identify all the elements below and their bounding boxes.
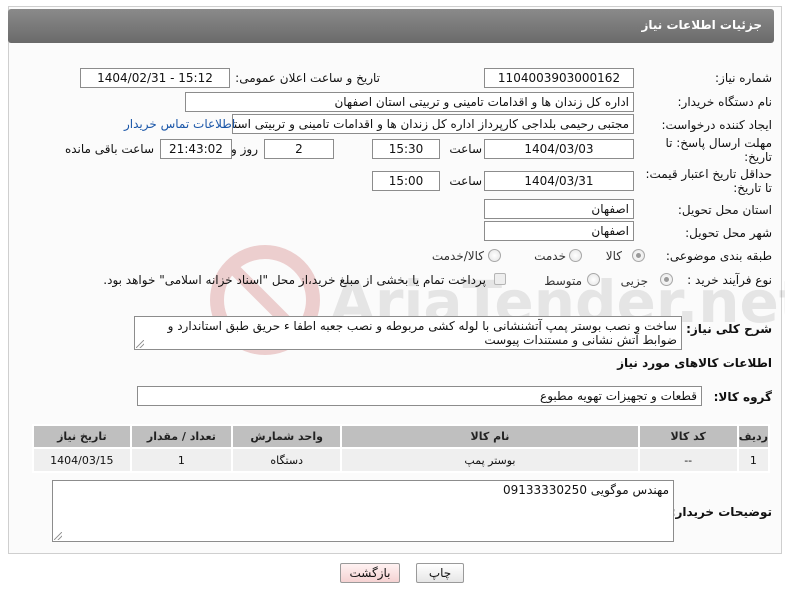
price-validity-time-field: 15:00 — [372, 171, 440, 191]
buyer-notes-text: مهندس موگویی 09133330250 — [502, 483, 669, 497]
buyer-notes-textarea[interactable]: مهندس موگویی 09133330250 — [52, 480, 674, 542]
announce-field: 1404/02/31 - 15:12 — [80, 68, 230, 88]
category-radio-goods[interactable] — [632, 249, 645, 262]
deadline-label: مهلت ارسال پاسخ: تا تاریخ: — [665, 136, 772, 164]
col-unit-header: واحد شمارش — [230, 424, 343, 449]
category-radio-service[interactable] — [569, 249, 582, 262]
deadline-date-field: 1404/03/03 — [484, 139, 634, 159]
category-option-service: خدمت — [534, 249, 566, 263]
days-label: روز و — [231, 142, 258, 156]
days-remaining-field: 2 — [264, 139, 334, 159]
cell-unit: دستگاه — [230, 447, 343, 473]
buyer-notes-label: توضیحات خریدار: — [670, 505, 772, 519]
buyer-org-field: اداره کل زندان ها و اقدامات تامینی و ترب… — [185, 92, 634, 112]
city-label: شهر محل تحویل: — [685, 226, 772, 240]
category-label: طبقه بندی موضوعی: — [665, 249, 772, 263]
price-validity-date-field: 1404/03/31 — [484, 171, 634, 191]
deadline-time-field: 15:30 — [372, 139, 440, 159]
province-field: اصفهان — [484, 199, 634, 219]
col-date-header: تاریخ نیاز — [32, 424, 132, 449]
col-row-header: ردیف — [736, 424, 771, 449]
buyer-org-label: نام دستگاه خریدار: — [677, 95, 773, 109]
description-text: ساخت و نصب بوستر پمپ آتشنشانی با لوله کش… — [167, 319, 677, 347]
description-label: شرح کلی نیاز: — [686, 322, 772, 336]
process-option-medium: متوسط — [544, 274, 582, 288]
cell-name: بوستر پمپ — [340, 447, 640, 473]
treasury-payment-note: پرداخت تمام یا بخشی از مبلغ خرید،از محل … — [103, 273, 486, 287]
price-validity-label: حداقل تاریخ اعتبار قیمت: تا تاریخ: — [645, 167, 772, 195]
announce-label: تاریخ و ساعت اعلان عمومی: — [235, 71, 380, 85]
goods-group-field: قطعات و تجهیزات تهویه مطبوع — [137, 386, 702, 406]
city-field: اصفهان — [484, 221, 634, 241]
print-button[interactable]: چاپ — [416, 563, 464, 583]
items-table-header: ردیف کد کالا نام کالا واحد شمارش تعداد /… — [32, 424, 771, 449]
col-qty-header: تعداد / مقدار — [129, 424, 234, 449]
cell-row: 1 — [736, 447, 771, 473]
category-option-goods: کالا — [605, 249, 622, 263]
buyer-contact-link[interactable]: اطلاعات تماس خریدار — [124, 117, 235, 131]
resize-grip-icon[interactable] — [54, 532, 62, 540]
province-label: استان محل تحویل: — [677, 203, 772, 217]
cell-date: 1404/03/15 — [32, 447, 132, 473]
col-code-header: کد کالا — [637, 424, 739, 449]
page-title: جزئیات اطلاعات نیاز — [641, 18, 762, 32]
items-table: ردیف کد کالا نام کالا واحد شمارش تعداد /… — [32, 424, 771, 473]
goods-group-label: گروه کالا: — [713, 390, 772, 404]
treasury-payment-checkbox[interactable] — [494, 273, 506, 285]
cell-code: -- — [637, 447, 739, 473]
process-type-label: نوع فرآیند خرید : — [687, 273, 772, 287]
cell-qty: 1 — [129, 447, 234, 473]
remaining-time-label: ساعت باقی مانده — [64, 142, 154, 156]
category-option-goods-service: کالا/خدمت — [431, 249, 484, 263]
category-radio-goods-service[interactable] — [488, 249, 501, 262]
requester-field: مجتبی رحیمی بلداجی کارپرداز اداره کل زند… — [232, 114, 634, 134]
deadline-time-label: ساعت — [449, 142, 482, 156]
table-row: 1 -- بوستر پمپ دستگاه 1 1404/03/15 — [32, 447, 771, 473]
requester-label: ایجاد کننده درخواست: — [661, 118, 772, 132]
back-button[interactable]: بازگشت — [340, 563, 400, 583]
page-header: جزئیات اطلاعات نیاز — [8, 9, 774, 43]
resize-grip-icon[interactable] — [136, 340, 144, 348]
description-textarea[interactable]: ساخت و نصب بوستر پمپ آتشنشانی با لوله کش… — [134, 316, 682, 350]
price-validity-time-label: ساعت — [449, 174, 482, 188]
remaining-time-field: 21:43:02 — [160, 139, 232, 159]
need-number-label: شماره نیاز: — [715, 71, 772, 85]
col-name-header: نام کالا — [340, 424, 640, 449]
process-radio-minor[interactable] — [660, 273, 673, 286]
need-number-field: 1104003903000162 — [484, 68, 634, 88]
process-option-minor: جزیی — [620, 274, 648, 288]
goods-info-title: اطلاعات کالاهای مورد نیاز — [617, 356, 772, 370]
process-radio-medium[interactable] — [587, 273, 600, 286]
